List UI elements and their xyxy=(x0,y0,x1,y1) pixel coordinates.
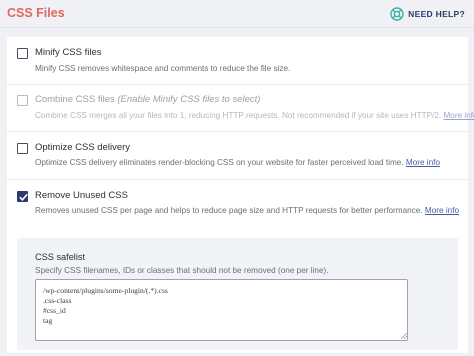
combine-css-description: Combine CSS merges all your files into 1… xyxy=(35,111,474,120)
combine-css-checkbox[interactable] xyxy=(17,95,28,106)
optimize-css-delivery-description: Optimize CSS delivery eliminates render-… xyxy=(35,158,441,167)
remove-unused-css-checkbox[interactable] xyxy=(17,191,28,202)
combine-css-more-info-link[interactable]: More info xyxy=(443,111,474,120)
need-help-button[interactable]: NEED HELP? xyxy=(390,6,465,22)
need-help-label: NEED HELP? xyxy=(408,9,465,19)
divider xyxy=(7,84,468,85)
css-safelist-section: CSS safelist Specify CSS filenames, IDs … xyxy=(17,238,458,350)
css-safelist-title: CSS safelist xyxy=(35,252,86,262)
css-safelist-description: Specify CSS filenames, IDs or classes th… xyxy=(35,266,329,275)
lifebuoy-icon xyxy=(390,7,404,21)
minify-css-description: Minify CSS removes whitespace and commen… xyxy=(35,64,291,73)
css-safelist-textarea[interactable]: /wp-content/plugins/some-plugin/(.*).css… xyxy=(35,279,408,341)
optimize-css-more-info-link[interactable]: More info xyxy=(406,158,440,167)
remove-unused-css-description: Removes unused CSS per page and helps to… xyxy=(35,206,460,215)
remove-unused-css-title: Remove Unused CSS xyxy=(35,190,128,201)
remove-unused-css-more-info-link[interactable]: More info xyxy=(425,206,459,215)
resize-grip-icon[interactable] xyxy=(401,333,407,339)
minify-css-checkbox[interactable] xyxy=(17,48,28,59)
divider xyxy=(7,179,468,180)
css-options-panel: Minify CSS files Minify CSS removes whit… xyxy=(7,37,474,353)
optimize-css-delivery-title: Optimize CSS delivery xyxy=(35,142,131,153)
divider xyxy=(7,131,468,132)
minify-css-title: Minify CSS files xyxy=(35,47,102,58)
header-divider xyxy=(0,27,474,28)
optimize-css-delivery-checkbox[interactable] xyxy=(17,143,28,154)
checkmark-icon xyxy=(19,193,28,201)
section-title: CSS Files xyxy=(7,6,65,20)
section-header: CSS Files NEED HELP? xyxy=(0,0,474,30)
combine-css-title: Combine CSS files (Enable Minify CSS fil… xyxy=(35,94,261,105)
